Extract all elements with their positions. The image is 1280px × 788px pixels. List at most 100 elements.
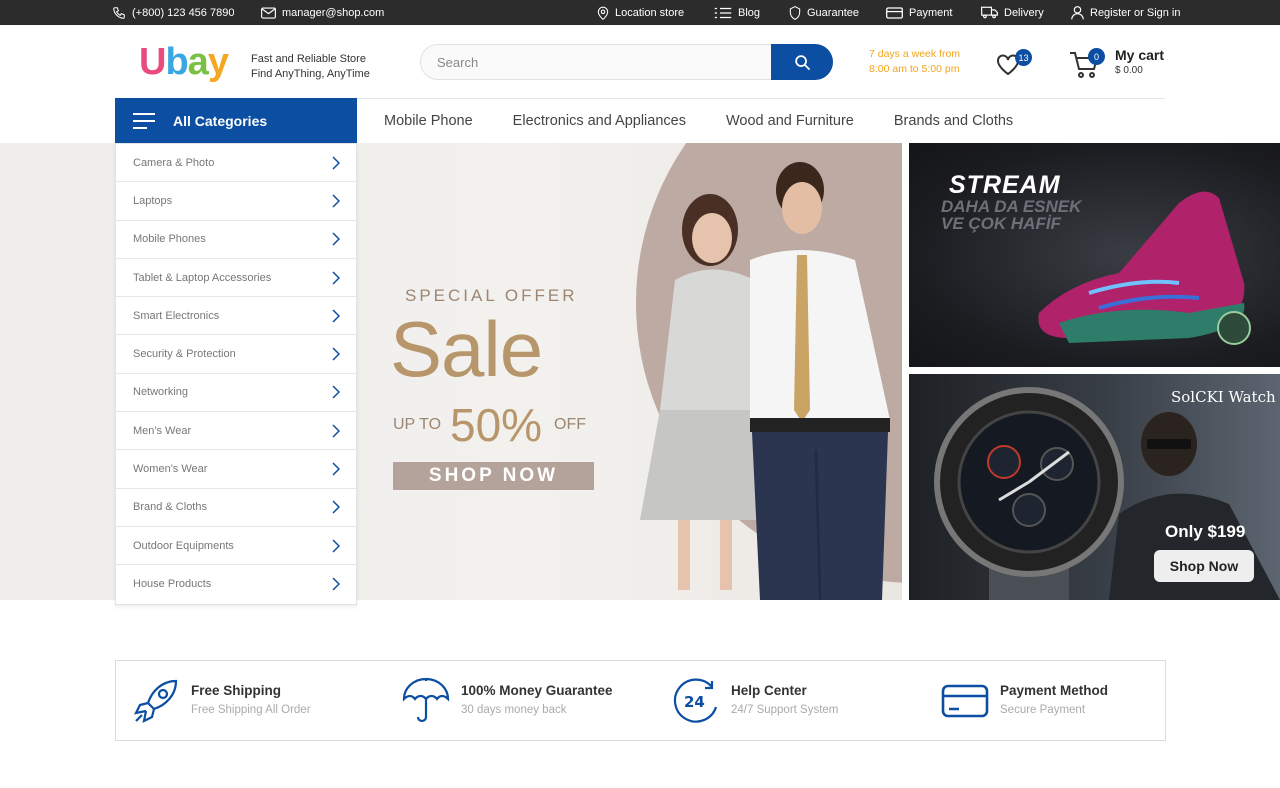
- search-input[interactable]: [437, 45, 767, 79]
- top-bar: (+800) 123 456 7890 manager@shop.com Loc…: [0, 0, 1280, 25]
- chevron-right-icon: [332, 194, 340, 208]
- rocket-icon: [134, 679, 178, 723]
- category-item[interactable]: Security & Protection: [116, 335, 356, 374]
- category-label: Tablet & Laptop Accessories: [133, 271, 272, 284]
- topbar-link-label: Register or Sign in: [1090, 6, 1181, 19]
- tagline: Fast and Reliable Store Find AnyThing, A…: [251, 52, 370, 82]
- truck-icon: [981, 6, 998, 19]
- category-label: Security & Protection: [133, 348, 236, 361]
- category-item[interactable]: Outdoor Equipments: [116, 527, 356, 566]
- watch-promo-banner[interactable]: SolCKI Watch Only $199 Shop Now: [909, 374, 1280, 600]
- shoe-promo-banner[interactable]: STREAM DAHA DA ESNEK VE ÇOK HAFİF: [909, 143, 1280, 367]
- topbar-link-payment[interactable]: Payment: [886, 0, 952, 25]
- cart-total: $ 0.00: [1115, 65, 1143, 76]
- watch-image: [934, 387, 1124, 600]
- all-categories-button[interactable]: All Categories: [115, 98, 357, 143]
- topbar-link-delivery[interactable]: Delivery: [981, 0, 1044, 25]
- search-icon: [794, 54, 810, 70]
- user-icon: [1071, 5, 1084, 19]
- all-categories-label: All Categories: [173, 112, 268, 129]
- tagline-line-1: Fast and Reliable Store: [251, 53, 366, 65]
- chevron-right-icon: [332, 347, 340, 361]
- chevron-right-icon: [332, 309, 340, 323]
- feature-payment-method: Payment Method Secure Payment: [941, 661, 1161, 740]
- search-button[interactable]: [771, 44, 833, 80]
- wishlist-button[interactable]: 13: [996, 49, 1032, 79]
- support-24-icon: 24: [673, 678, 718, 723]
- cart-title: My cart: [1115, 47, 1165, 63]
- category-item[interactable]: Men's Wear: [116, 412, 356, 451]
- hours-line-1: 7 days a week from: [869, 48, 961, 60]
- topbar-link-account[interactable]: Register or Sign in: [1071, 0, 1181, 25]
- feature-money-guarantee: 100% Money Guarantee 30 days money back: [402, 661, 652, 740]
- logo-wordmark: Ubay: [139, 41, 229, 83]
- category-item[interactable]: Women's Wear: [116, 450, 356, 489]
- category-item[interactable]: Laptops: [116, 182, 356, 221]
- category-item[interactable]: Camera & Photo: [116, 144, 356, 183]
- feature-subtitle: Free Shipping All Order: [191, 704, 311, 716]
- category-label: Mobile Phones: [133, 233, 206, 246]
- chevron-right-icon: [332, 232, 340, 246]
- models-image: [640, 162, 890, 600]
- feature-subtitle: 30 days money back: [461, 704, 567, 716]
- category-item[interactable]: Smart Electronics: [116, 297, 356, 336]
- chevron-right-icon: [332, 500, 340, 514]
- category-item[interactable]: Brand & Cloths: [116, 489, 356, 527]
- sale-heading: Sale: [390, 305, 543, 393]
- category-item[interactable]: Tablet & Laptop Accessories: [116, 259, 356, 298]
- category-label: Brand & Cloths: [133, 501, 207, 514]
- nav-item-brands[interactable]: Brands and Cloths: [894, 113, 1013, 129]
- nav-item-furniture[interactable]: Wood and Furniture: [726, 113, 854, 129]
- phone-contact[interactable]: (+800) 123 456 7890: [112, 0, 234, 25]
- topbar-link-blog[interactable]: Blog: [714, 0, 760, 25]
- category-label: Networking: [133, 386, 189, 399]
- category-label: Smart Electronics: [133, 309, 220, 322]
- watch-shop-now-button[interactable]: Shop Now: [1154, 550, 1254, 582]
- cart-button[interactable]: 0 My cart $ 0.00: [1069, 47, 1179, 81]
- category-label: Women's Wear: [133, 463, 208, 476]
- feature-free-shipping: Free Shipping Free Shipping All Order: [132, 661, 382, 740]
- list-icon: [714, 7, 732, 18]
- phone-icon: [113, 6, 125, 19]
- features-strip: Free Shipping Free Shipping All Order 10…: [115, 660, 1166, 741]
- topbar-link-label: Blog: [738, 6, 761, 19]
- nav-item-electronics[interactable]: Electronics and Appliances: [513, 113, 686, 129]
- phone-number: (+800) 123 456 7890: [132, 6, 235, 19]
- logo[interactable]: Ubay: [139, 37, 229, 87]
- topbar-link-guarantee[interactable]: Guarantee: [789, 0, 859, 25]
- nav-item-mobile-phone[interactable]: Mobile Phone: [384, 113, 473, 129]
- shoe-banner-title: STREAM: [949, 171, 1061, 199]
- umbrella-icon: [402, 677, 450, 723]
- feature-help-center: 24 Help Center 24/7 Support System: [672, 661, 922, 740]
- chevron-right-icon: [332, 271, 340, 285]
- credit-card-icon: [886, 6, 903, 19]
- mail-icon: [261, 6, 276, 19]
- topbar-link-location[interactable]: Location store: [597, 0, 684, 25]
- special-offer-label: SPECIAL OFFER: [405, 286, 578, 305]
- search-bar: [420, 44, 833, 80]
- shoe-banner-subtitle: DAHA DA ESNEK VE ÇOK HAFİF: [941, 198, 1081, 232]
- main-nav: Mobile Phone Electronics and Appliances …: [384, 98, 1013, 143]
- menu-icon: [133, 112, 155, 129]
- category-item[interactable]: Mobile Phones: [116, 221, 356, 259]
- category-item[interactable]: House Products: [116, 565, 356, 603]
- hero-shop-now-button[interactable]: SHOP NOW: [393, 462, 594, 490]
- chevron-right-icon: [332, 424, 340, 438]
- shoe-image: [1038, 191, 1251, 345]
- watch-banner-title: SolCKI Watch: [1171, 388, 1276, 406]
- discount-percent: 50%: [450, 399, 543, 451]
- tagline-line-2: Find AnyThing, AnyTime: [251, 68, 370, 80]
- category-item[interactable]: Networking: [116, 374, 356, 413]
- chevron-right-icon: [332, 156, 340, 170]
- category-list: Camera & Photo Laptops Mobile Phones Tab…: [115, 143, 357, 605]
- feature-title: Help Center: [731, 683, 807, 698]
- category-label: Camera & Photo: [133, 156, 215, 169]
- email-contact[interactable]: manager@shop.com: [261, 0, 384, 25]
- chevron-right-icon: [332, 385, 340, 399]
- category-label: Laptops: [133, 194, 173, 207]
- wishlist-count-badge: 13: [1015, 49, 1032, 66]
- topbar-link-label: Location store: [615, 6, 685, 19]
- watch-price: Only $199: [1165, 522, 1246, 541]
- topbar-link-label: Payment: [909, 6, 953, 19]
- shoe-banner-subline-2: VE ÇOK HAFİF: [941, 214, 1061, 233]
